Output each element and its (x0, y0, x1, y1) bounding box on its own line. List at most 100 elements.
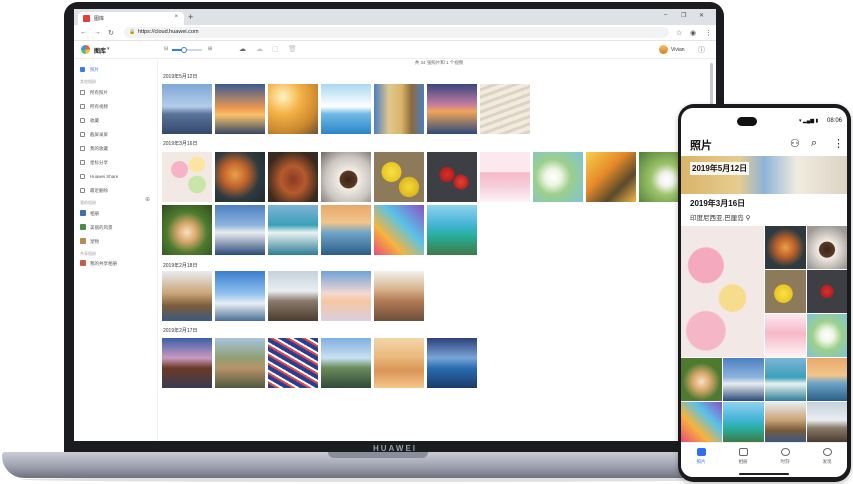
photo-thumbnail[interactable] (215, 271, 265, 321)
photo-thumbnail[interactable] (374, 84, 424, 134)
photo-thumbnail[interactable] (807, 270, 847, 313)
close-window-icon[interactable]: ✕ (699, 12, 704, 19)
zoom-out-icon[interactable]: ⊟ (164, 46, 168, 52)
sidebar-item-recently-deleted[interactable]: 最近删除 (80, 186, 154, 195)
photo-thumbnail[interactable] (374, 205, 424, 255)
search-icon[interactable]: ⌕ (811, 137, 817, 150)
upload-icon[interactable]: ☁ (239, 45, 246, 53)
nav-albums[interactable]: 相册 (728, 448, 758, 465)
app-name[interactable]: 图库 (94, 46, 106, 55)
photo-thumbnail[interactable] (427, 205, 477, 255)
sidebar-album-item[interactable]: 宠物 (80, 237, 154, 246)
user-name[interactable]: Vivian (671, 47, 685, 53)
nav-moments[interactable]: 时刻 (770, 448, 800, 465)
photo-thumbnail[interactable] (807, 358, 847, 401)
person-add-icon[interactable]: ⚇ (790, 137, 800, 150)
trash-icon (80, 188, 85, 193)
sidebar-item-favorites[interactable]: 收藏 (80, 116, 154, 125)
trash-icon[interactable]: 🗑 (288, 45, 297, 53)
photo-thumbnail[interactable] (723, 358, 764, 401)
photo-thumbnail[interactable] (268, 271, 318, 321)
photo-thumbnail[interactable] (162, 84, 212, 134)
sidebar-item-starred-share[interactable]: 星标分享 (80, 158, 154, 167)
photo-thumbnail[interactable] (807, 314, 847, 357)
photo-thumbnail[interactable] (268, 84, 318, 134)
download-icon[interactable]: ☁ (256, 45, 263, 53)
chevron-down-icon[interactable]: ▾ (107, 46, 110, 52)
photo-thumbnail[interactable] (681, 402, 722, 442)
photo-thumbnail[interactable] (807, 402, 847, 442)
more-vertical-icon[interactable]: ⋮ (705, 29, 712, 37)
photo-thumbnail[interactable] (321, 84, 371, 134)
photo-thumbnail[interactable] (215, 205, 265, 255)
photo-thumbnail[interactable] (321, 205, 371, 255)
zoom-in-icon[interactable]: ⊞ (208, 46, 212, 52)
photo-thumbnail[interactable] (215, 152, 265, 202)
photo-thumbnail[interactable] (162, 271, 212, 321)
sidebar-item-screenshots[interactable]: 截屏录屏 (80, 130, 154, 139)
photo-thumbnail[interactable] (427, 338, 477, 388)
photo-thumbnail[interactable] (321, 338, 371, 388)
photo-thumbnail[interactable] (765, 226, 806, 269)
photo-thumbnail[interactable] (162, 338, 212, 388)
photo-thumbnail[interactable] (268, 338, 318, 388)
photo-thumbnail[interactable] (765, 270, 806, 313)
group-date: 2019年5月12日 (690, 162, 750, 175)
photo-thumbnail[interactable] (533, 152, 583, 202)
avatar[interactable] (659, 45, 668, 54)
tab-close-icon[interactable]: × (174, 14, 178, 20)
photo-thumbnail[interactable] (215, 84, 265, 134)
maximize-icon[interactable]: ❐ (681, 12, 686, 19)
sidebar-item-my-favorites[interactable]: 我的收藏 (80, 144, 154, 153)
minimize-icon[interactable]: – (664, 12, 667, 18)
photo-thumbnail[interactable] (765, 402, 806, 442)
add-album-icon[interactable]: ⊕ (145, 196, 150, 203)
zoom-slider[interactable] (172, 47, 202, 53)
new-tab-button[interactable]: + (188, 12, 193, 22)
url-input[interactable]: 🔒 https://cloud.huawei.com (124, 27, 669, 38)
album-thumbnail (80, 224, 86, 230)
share-icon[interactable]: ▢ (272, 45, 279, 53)
reload-icon[interactable]: ↻ (108, 29, 114, 37)
star-icon[interactable]: ☆ (676, 29, 682, 37)
photo-thumbnail[interactable] (807, 226, 847, 269)
help-icon[interactable]: ⓘ (698, 45, 705, 55)
photo-thumbnail[interactable] (374, 152, 424, 202)
photo-thumbnail[interactable] (427, 84, 477, 134)
profile-icon[interactable]: ◉ (690, 29, 696, 37)
photo-thumbnail[interactable] (427, 152, 477, 202)
sidebar-item-photos[interactable]: 照片 (80, 65, 154, 74)
sidebar-shared-album-item[interactable]: 我的共享相册 (80, 259, 154, 268)
photo-thumbnail[interactable] (268, 152, 318, 202)
sidebar-item-huawei-share[interactable]: Huawei Share (80, 172, 154, 181)
sidebar-album-item[interactable]: 相册 (80, 209, 154, 218)
zoom-slider-handle[interactable] (181, 47, 187, 53)
photo-thumbnail[interactable] (480, 152, 530, 202)
sidebar-album-item[interactable]: 美丽的风景 (80, 223, 154, 232)
photo-thumbnail[interactable] (480, 84, 530, 134)
photo-thumbnail[interactable] (321, 152, 371, 202)
photo-thumbnail[interactable] (723, 402, 764, 442)
photo-thumbnail[interactable] (321, 271, 371, 321)
location-label[interactable]: 印度尼西亚,巴厘岛 ⚲ (690, 212, 750, 222)
photo-thumbnail[interactable] (765, 358, 806, 401)
arrow-right-icon[interactable]: → (94, 29, 101, 36)
more-vertical-icon[interactable]: ⋮ (833, 137, 844, 150)
photo-thumbnail[interactable] (681, 358, 722, 401)
photo-thumbnail[interactable] (268, 205, 318, 255)
photo-thumbnail[interactable] (215, 338, 265, 388)
nav-photos[interactable]: 照片 (686, 448, 716, 465)
photo-thumbnail[interactable] (374, 271, 424, 321)
photo-thumbnail[interactable] (374, 338, 424, 388)
arrow-left-icon[interactable]: ← (80, 29, 87, 36)
browser-tab[interactable]: 图库 × (78, 12, 184, 25)
photo-thumbnail[interactable] (162, 205, 212, 255)
photo-thumbnail[interactable] (765, 314, 806, 357)
sidebar-item-all-photos[interactable]: 所有照片 (80, 88, 154, 97)
sidebar-item-all-videos[interactable]: 所有视频 (80, 102, 154, 111)
photo-thumbnail[interactable] (681, 226, 764, 357)
nav-discover[interactable]: 发现 (812, 448, 842, 465)
photo-thumbnail[interactable] (586, 152, 636, 202)
phone-screen: ▾ ▂▄▆ ▮ 08:06 照片 ⚇ ⌕ ⋮ 2019年5月12日 2019年3… (681, 108, 847, 477)
photo-thumbnail[interactable] (162, 152, 212, 202)
